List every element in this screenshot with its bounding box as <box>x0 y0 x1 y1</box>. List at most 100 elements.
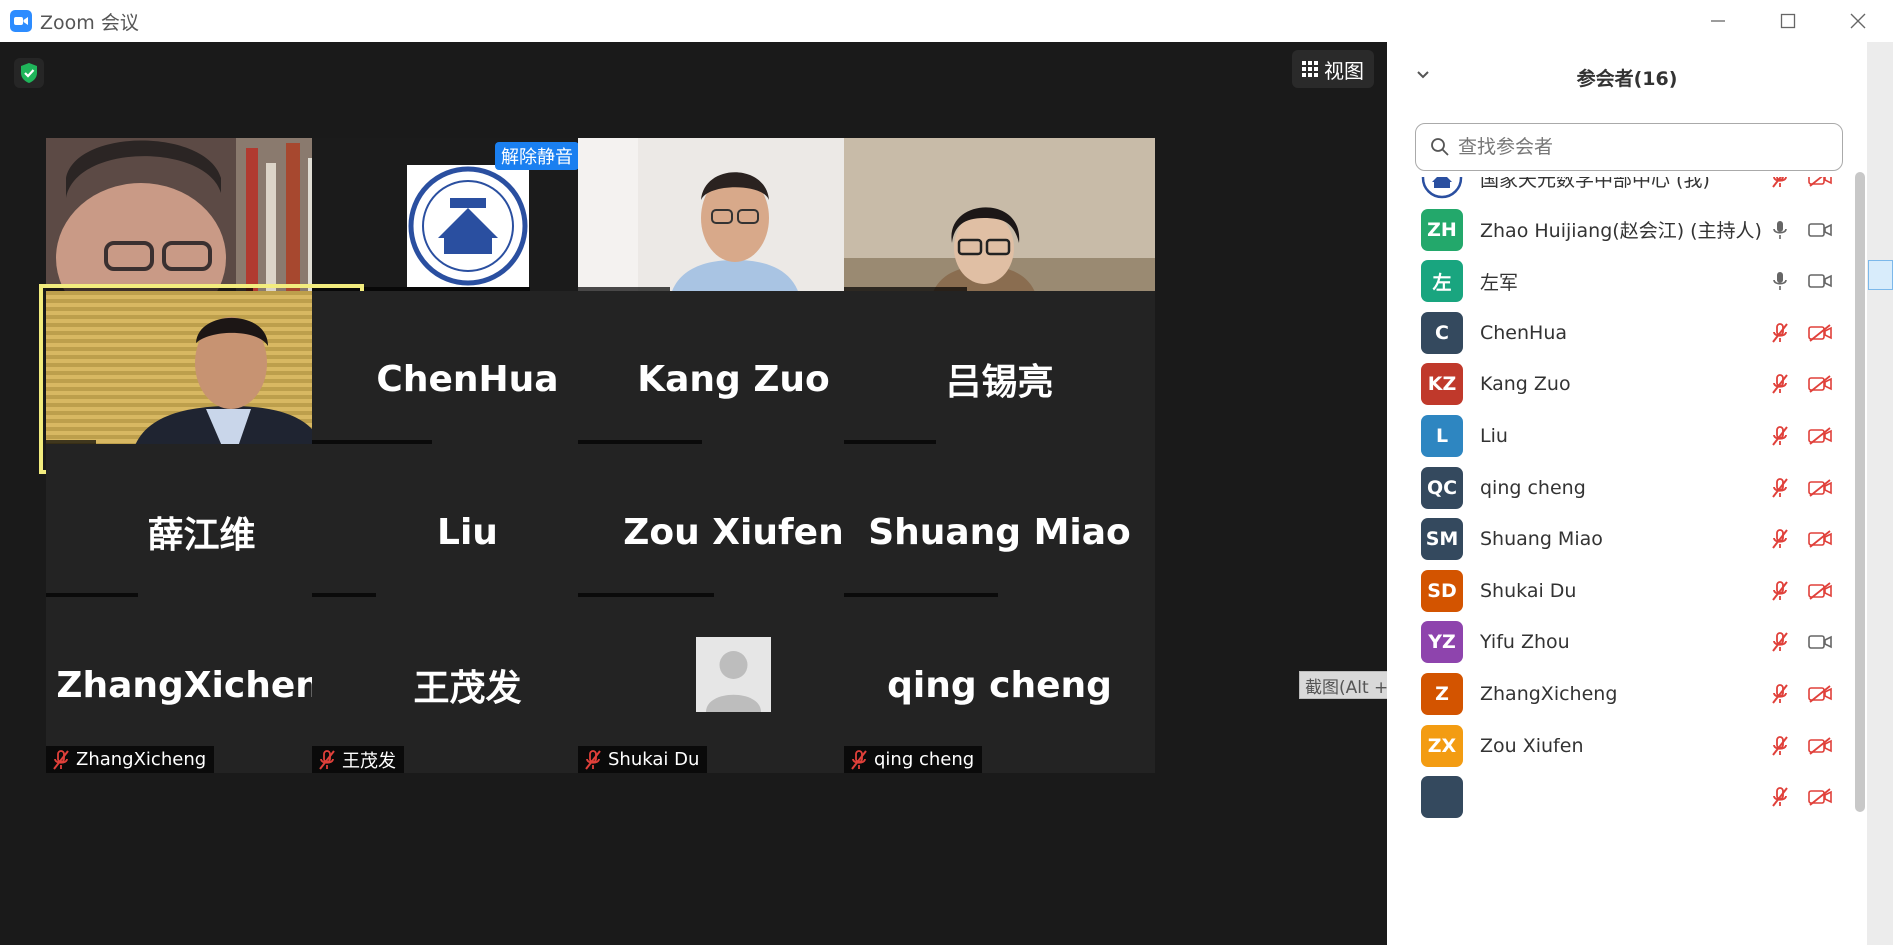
mic-off-icon[interactable] <box>1767 423 1793 449</box>
video-tile[interactable]: 国家天元数学中部中心···解除静音 <box>312 138 623 314</box>
video-tile[interactable]: LiuLiu <box>312 444 623 620</box>
title-bar: Zoom 会议 <box>0 0 1893 42</box>
participants-title: 参会者(16) <box>1576 67 1678 90</box>
mic-off-icon[interactable] <box>1767 681 1793 707</box>
side-edge <box>1867 42 1893 945</box>
camera-off-icon[interactable] <box>1805 681 1835 707</box>
participant-name: ZhangXicheng <box>1480 683 1618 705</box>
mic-off-icon <box>52 749 70 770</box>
avatar <box>1421 776 1463 819</box>
video-tile[interactable]: ZhangXicheng ZhangXicheng <box>46 597 357 773</box>
shield-check-icon[interactable] <box>14 58 44 88</box>
camera-off-icon[interactable] <box>1805 475 1835 501</box>
meeting-area: 视图 Zhao Huijiang(赵会江)···国家天元数学中部中心···解除静… <box>0 42 1387 945</box>
panel-scrollbar[interactable] <box>1855 172 1865 812</box>
camera-off-icon[interactable] <box>1805 423 1835 449</box>
avatar-placeholder-icon <box>696 637 771 712</box>
side-tab[interactable] <box>1868 260 1893 290</box>
video-tile[interactable]: Zhao Huijiang(赵会江)··· <box>46 138 357 314</box>
video-tile[interactable]: 王茂发 王茂发 <box>312 597 623 773</box>
video-tile[interactable]: 王好武 <box>578 138 889 314</box>
participant-name: Shukai Du <box>1480 579 1577 602</box>
avatar: 左 <box>1421 260 1463 303</box>
camera-off-icon[interactable] <box>1805 177 1835 191</box>
view-button[interactable]: 视图 <box>1292 50 1374 88</box>
participant-name: qing cheng <box>1480 476 1586 499</box>
video-tile[interactable]: Yifu Zhou <box>844 138 1155 314</box>
participant-name: Zhao Huijiang(赵会江) (主持人) <box>1480 220 1762 243</box>
mic-off-icon[interactable] <box>1767 320 1793 346</box>
mic-icon[interactable] <box>1767 217 1793 243</box>
avatar: SD <box>1421 569 1463 612</box>
chevron-down-icon[interactable] <box>1415 66 1431 86</box>
video-tile[interactable]: Zou XiufenZou Xiufen <box>578 444 889 620</box>
participant-row[interactable] <box>1387 766 1857 828</box>
search-input[interactable] <box>1458 136 1828 158</box>
video-tile[interactable]: Kang ZuoKang Zuo <box>578 291 889 467</box>
video-tile[interactable]: ChenHuaChenHua··· <box>312 291 623 467</box>
mic-off-icon <box>318 749 336 770</box>
video-tile[interactable]: 吕锡亮吕锡亮 <box>844 291 1155 467</box>
camera-off-icon[interactable] <box>1805 578 1835 604</box>
camera-icon[interactable] <box>1805 629 1835 655</box>
window-controls <box>1683 0 1893 42</box>
minimize-icon <box>1711 20 1725 22</box>
tile-name: Shukai Du <box>608 749 700 770</box>
tile-name: qing cheng <box>874 749 975 770</box>
avatar: ZH <box>1421 208 1463 251</box>
avatar: SM <box>1421 518 1463 561</box>
grid-icon <box>1302 61 1318 77</box>
video-tile[interactable]: Shuang MiaoShuang Miao <box>844 444 1155 620</box>
mic-icon[interactable] <box>1767 268 1793 294</box>
avatar: KZ <box>1421 363 1463 406</box>
participant-name: Kang Zuo <box>1480 373 1571 396</box>
participant-name: 国家天元数学中部中心 (我) <box>1480 177 1710 191</box>
mic-off-icon[interactable] <box>1767 475 1793 501</box>
avatar: YZ <box>1421 621 1463 664</box>
mic-off-icon <box>584 749 602 770</box>
view-label: 视图 <box>1324 58 1364 83</box>
camera-off-icon[interactable] <box>1805 784 1835 810</box>
camera-off-icon[interactable] <box>1805 733 1835 759</box>
video-tile[interactable]: qing cheng qing cheng <box>844 597 1155 773</box>
participant-name: Shuang Miao <box>1480 528 1603 551</box>
avatar: ZX <box>1421 724 1463 767</box>
camera-off-icon[interactable] <box>1805 526 1835 552</box>
participant-name: Yifu Zhou <box>1480 631 1570 654</box>
participant-name: 左军 <box>1480 271 1519 294</box>
video-tile[interactable]: Shukai Du <box>578 597 889 773</box>
mic-off-icon[interactable] <box>1767 784 1793 810</box>
participant-search[interactable] <box>1415 123 1843 171</box>
maximize-icon <box>1780 13 1796 29</box>
camera-icon[interactable] <box>1805 217 1835 243</box>
participant-list[interactable]: 国家天元数学中部中心 (我) ZH Zhao Huijiang(赵会江) (主持人)… <box>1387 177 1857 945</box>
camera-icon[interactable] <box>1805 268 1835 294</box>
mic-off-icon[interactable] <box>1767 629 1793 655</box>
zoom-camera-icon <box>10 10 32 32</box>
mic-off-icon[interactable] <box>1767 177 1793 191</box>
window-title: Zoom 会议 <box>40 11 139 34</box>
video-tile[interactable]: 左军 <box>39 284 364 474</box>
mic-off-icon[interactable] <box>1767 733 1793 759</box>
tile-name-tag: qing cheng <box>844 746 983 773</box>
camera-off-icon[interactable] <box>1805 320 1835 346</box>
camera-off-icon[interactable] <box>1805 371 1835 397</box>
zoom-window: Zoom 会议 视图 Zhao Huijiang(赵会江)···国家天元 <box>0 0 1893 945</box>
unmute-button[interactable]: 解除静音 <box>495 142 579 170</box>
avatar <box>1421 177 1463 199</box>
tile-name-tag: 王茂发 <box>312 746 404 773</box>
close-button[interactable] <box>1823 0 1893 42</box>
mic-off-icon[interactable] <box>1767 578 1793 604</box>
mic-off-icon[interactable] <box>1767 526 1793 552</box>
center-logo-icon <box>1421 177 1463 199</box>
tile-name: 王茂发 <box>342 750 396 772</box>
minimize-button[interactable] <box>1683 0 1753 42</box>
participant-name: ChenHua <box>1480 321 1568 344</box>
video-tile[interactable]: 薛江维薛江维 <box>46 444 357 620</box>
mic-off-icon[interactable] <box>1767 371 1793 397</box>
maximize-button[interactable] <box>1753 0 1823 42</box>
avatar: QC <box>1421 466 1463 509</box>
participants-panel: 参会者(16) 国家天元数学中部中心 (我) ZH Zhao Huijiang(赵会… <box>1387 42 1867 945</box>
avatar: C <box>1421 311 1463 354</box>
tile-name-tag: ZhangXicheng <box>46 746 215 773</box>
